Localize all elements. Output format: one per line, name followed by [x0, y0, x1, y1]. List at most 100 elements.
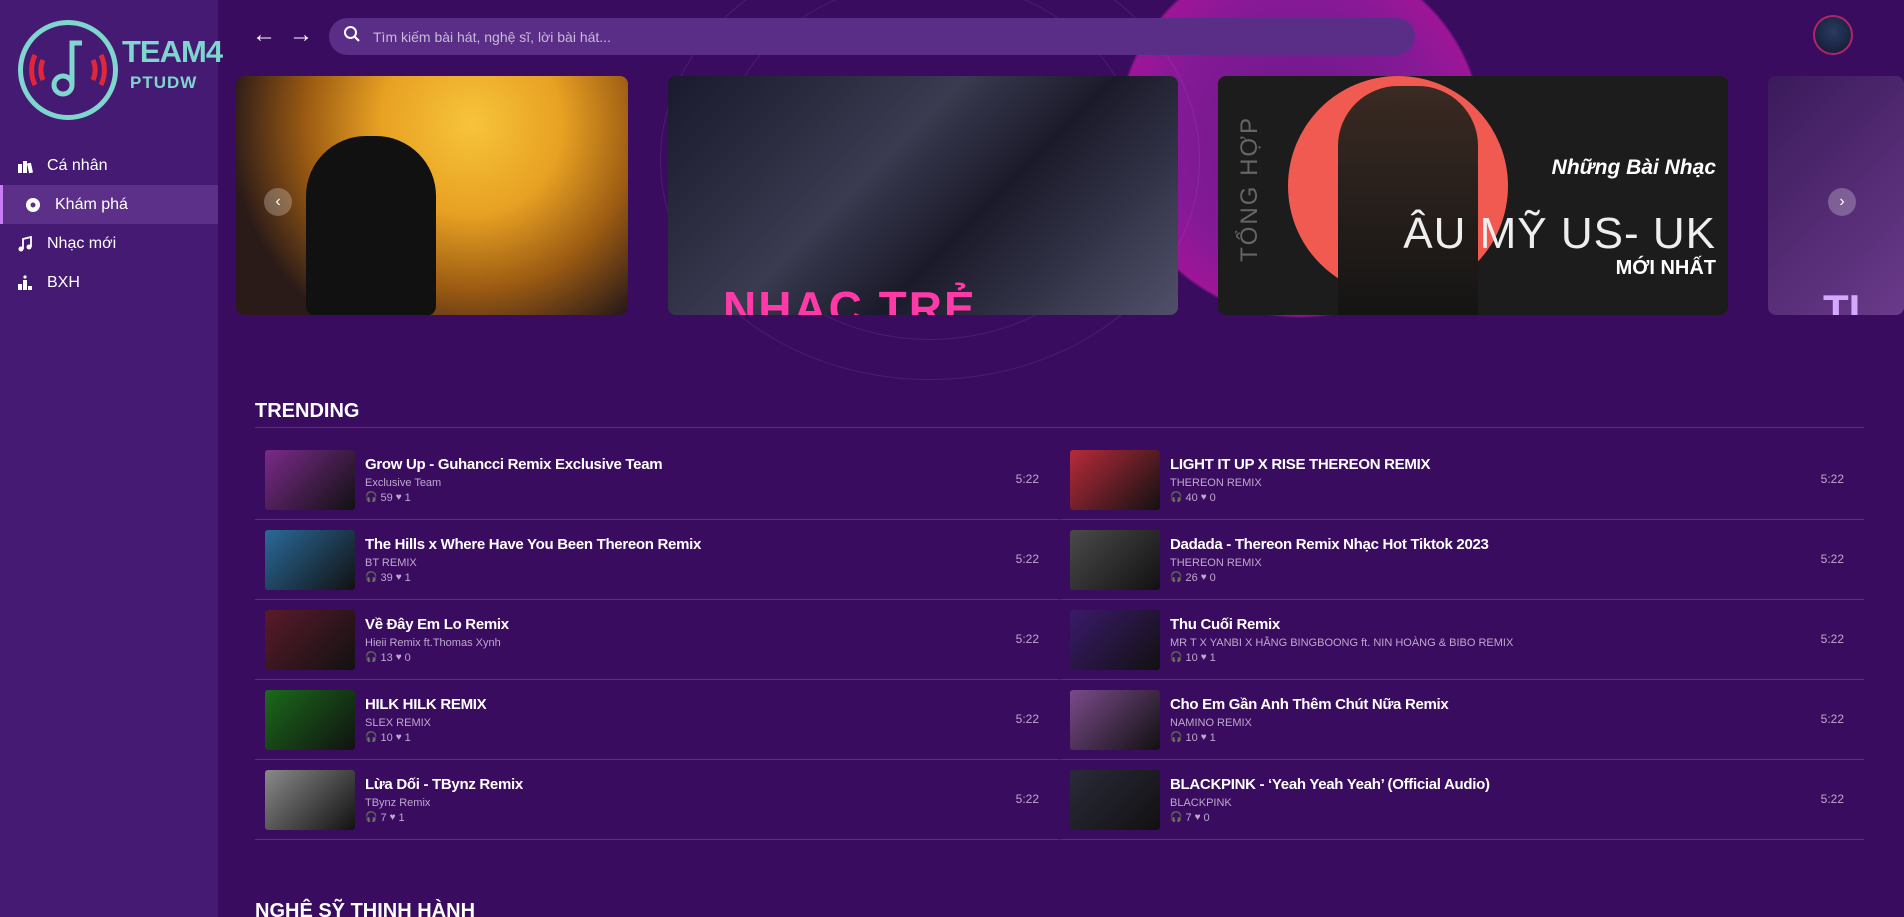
track-thumbnail[interactable]: [1070, 769, 1160, 830]
track-duration: 5:22: [1820, 712, 1844, 726]
track-info: Thu Cuối Remix MR T X YANBI X HẰNG BINGB…: [1170, 616, 1513, 664]
logo-subtext: PTUDW: [130, 73, 198, 92]
track-thumbnail[interactable]: [1070, 689, 1160, 750]
headphones-icon: 🎧: [1170, 732, 1183, 743]
track-title[interactable]: Dadada - Thereon Remix Nhạc Hot Tiktok 2…: [1170, 536, 1489, 553]
track-artist[interactable]: SLEX REMIX: [365, 717, 486, 729]
headphones-icon: 🎧: [365, 732, 378, 743]
track-title[interactable]: The Hills x Where Have You Been Thereon …: [365, 536, 701, 553]
avatar[interactable]: [1813, 15, 1853, 55]
banner-3[interactable]: TỔNG HỢP Những Bài Nhạc ÂU MỸ US- UK MỚI…: [1218, 76, 1728, 315]
track-artist[interactable]: THEREON REMIX: [1170, 557, 1489, 569]
listen-count: 59: [380, 491, 393, 504]
listen-count: 10: [1185, 651, 1198, 664]
track-title[interactable]: Cho Em Gần Anh Thêm Chút Nữa Remix: [1170, 696, 1449, 713]
track-thumbnail[interactable]: [1070, 529, 1160, 590]
search-input[interactable]: [373, 28, 1415, 45]
track-row[interactable]: Dadada - Thereon Remix Nhạc Hot Tiktok 2…: [1060, 520, 1864, 600]
sidebar-item-ca-nhan[interactable]: Cá nhân: [0, 146, 218, 185]
track-thumbnail[interactable]: [1070, 609, 1160, 670]
track-artist[interactable]: BLACKPINK: [1170, 797, 1490, 809]
like-count: 1: [398, 811, 405, 824]
track-artist[interactable]: Hieii Remix ft.Thomas Xynh: [365, 637, 509, 649]
banner-1[interactable]: [236, 76, 628, 315]
track-info: BLACKPINK - ‘Yeah Yeah Yeah’ (Official A…: [1170, 776, 1490, 824]
like-count: 1: [404, 731, 411, 744]
track-stats: 🎧 40 ♥ 0: [1170, 492, 1430, 504]
track-title[interactable]: LIGHT IT UP X RISE THEREON REMIX: [1170, 456, 1430, 473]
carousel-prev-icon[interactable]: ‹: [264, 188, 292, 216]
heart-icon: ♥: [1200, 492, 1207, 503]
back-arrow-icon[interactable]: ←: [252, 22, 276, 48]
headphones-icon: 🎧: [1170, 812, 1183, 823]
track-artist[interactable]: THEREON REMIX: [1170, 477, 1430, 489]
track-duration: 5:22: [1820, 792, 1844, 806]
logo[interactable]: TEAM4 PTUDW: [18, 18, 223, 123]
track-duration: 5:22: [1015, 792, 1039, 806]
track-info: Grow Up - Guhancci Remix Exclusive Team …: [365, 456, 663, 504]
listen-count: 10: [380, 731, 393, 744]
track-duration: 5:22: [1015, 472, 1039, 486]
track-thumbnail[interactable]: [265, 769, 355, 830]
track-info: Lừa Dối - TBynz Remix TBynz Remix 🎧 7 ♥ …: [365, 776, 523, 824]
track-thumbnail[interactable]: [265, 689, 355, 750]
track-artist[interactable]: MR T X YANBI X HẰNG BINGBOONG ft. NIN HO…: [1170, 637, 1513, 649]
track-duration: 5:22: [1015, 632, 1039, 646]
listen-count: 7: [380, 811, 387, 824]
sidebar-item-label: Nhạc mới: [47, 234, 117, 252]
track-row[interactable]: HILK HILK REMIX SLEX REMIX 🎧 10 ♥ 1 5:22: [255, 680, 1059, 760]
track-row[interactable]: LIGHT IT UP X RISE THEREON REMIX THEREON…: [1060, 440, 1864, 520]
carousel-next-icon[interactable]: ›: [1828, 188, 1856, 216]
track-stats: 🎧 7 ♥ 1: [365, 812, 523, 824]
like-count: 0: [1209, 491, 1216, 504]
forward-arrow-icon[interactable]: →: [289, 22, 313, 48]
track-row[interactable]: Grow Up - Guhancci Remix Exclusive Team …: [255, 440, 1059, 520]
sidebar-item-bxh[interactable]: BXH: [0, 263, 218, 302]
banner-text: NHẠC TRẺ: [723, 282, 977, 315]
track-info: LIGHT IT UP X RISE THEREON REMIX THEREON…: [1170, 456, 1430, 504]
track-artist[interactable]: BT REMIX: [365, 557, 701, 569]
track-duration: 5:22: [1820, 552, 1844, 566]
sidebar-item-kham-pha[interactable]: Khám phá: [0, 185, 218, 224]
banner-text: ÂU MỸ US- UK: [1403, 209, 1716, 258]
track-artist[interactable]: Exclusive Team: [365, 477, 662, 489]
search-bar[interactable]: [329, 18, 1415, 55]
headphones-icon: 🎧: [365, 572, 378, 583]
track-title[interactable]: Về Đây Em Lo Remix: [365, 616, 509, 633]
banner-person: [1338, 86, 1478, 315]
track-thumbnail[interactable]: [265, 609, 355, 670]
heart-icon: ♥: [395, 652, 402, 663]
track-thumbnail[interactable]: [265, 529, 355, 590]
heart-icon: ♥: [395, 492, 402, 503]
track-artist[interactable]: NAMINO REMIX: [1170, 717, 1448, 729]
listen-count: 13: [380, 651, 393, 664]
search-icon: [343, 25, 361, 48]
like-count: 1: [404, 491, 411, 504]
track-stats: 🎧 59 ♥ 1: [365, 492, 662, 504]
track-row[interactable]: Cho Em Gần Anh Thêm Chút Nữa Remix NAMIN…: [1060, 680, 1864, 760]
track-title[interactable]: Lừa Dối - TBynz Remix: [365, 776, 523, 793]
headphones-icon: 🎧: [365, 492, 378, 503]
banner-text: Những Bài Nhạc: [1551, 156, 1716, 179]
track-thumbnail[interactable]: [1070, 449, 1160, 510]
track-title[interactable]: BLACKPINK - ‘Yeah Yeah Yeah’ (Official A…: [1170, 776, 1490, 793]
track-row[interactable]: BLACKPINK - ‘Yeah Yeah Yeah’ (Official A…: [1060, 760, 1864, 840]
track-row[interactable]: Lừa Dối - TBynz Remix TBynz Remix 🎧 7 ♥ …: [255, 760, 1059, 840]
track-row[interactable]: The Hills x Where Have You Been Thereon …: [255, 520, 1059, 600]
sidebar-item-nhac-moi[interactable]: Nhạc mới: [0, 224, 218, 263]
track-title[interactable]: Grow Up - Guhancci Remix Exclusive Team: [365, 456, 663, 473]
sidebar: TEAM4 PTUDW Cá nhân Khám phá Nhạc mới BX…: [0, 0, 223, 917]
headphones-icon: 🎧: [365, 812, 378, 823]
music-note-icon: [17, 235, 33, 252]
banner-2[interactable]: NHẠC TRẺ: [668, 76, 1178, 315]
banner-text: MỚI NHẤT: [1615, 257, 1716, 279]
track-info: Cho Em Gần Anh Thêm Chút Nữa Remix NAMIN…: [1170, 696, 1449, 744]
like-count: 1: [1209, 731, 1216, 744]
track-thumbnail[interactable]: [265, 449, 355, 510]
track-row[interactable]: Về Đây Em Lo Remix Hieii Remix ft.Thomas…: [255, 600, 1059, 680]
track-title[interactable]: Thu Cuối Remix: [1170, 616, 1513, 633]
track-row[interactable]: Thu Cuối Remix MR T X YANBI X HẰNG BINGB…: [1060, 600, 1864, 680]
track-title[interactable]: HILK HILK REMIX: [365, 696, 487, 713]
track-artist[interactable]: TBynz Remix: [365, 797, 523, 809]
logo-text: TEAM4: [122, 34, 223, 69]
